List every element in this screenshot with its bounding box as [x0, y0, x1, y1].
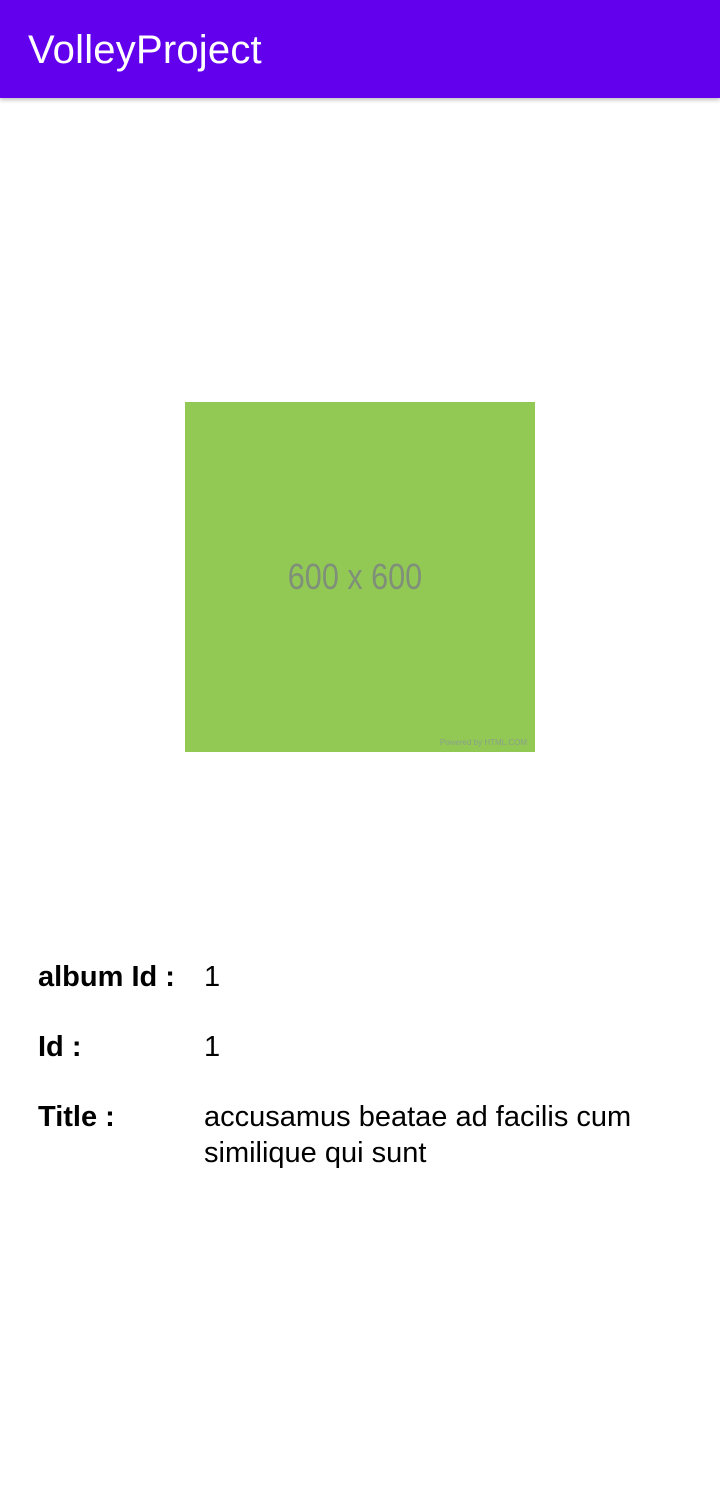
album-id-value: 1	[204, 961, 221, 993]
album-id-label: album Id :	[38, 961, 175, 993]
photo-detail-content: 600 x 600 Powered by HTML.COM album Id :…	[0, 98, 720, 1506]
id-label: Id :	[38, 1031, 82, 1063]
id-value: 1	[204, 1031, 221, 1063]
title-value: accusamus beatae ad facilis cum similiqu…	[204, 1101, 632, 1169]
photo-image: 600 x 600 Powered by HTML.COM	[185, 402, 535, 752]
photo-credit-text: Powered by HTML.COM	[439, 738, 527, 747]
app-title: VolleyProject	[28, 28, 262, 72]
photo-placeholder-text: 600 x 600	[287, 556, 423, 597]
app-bar: VolleyProject	[0, 0, 720, 98]
title-label: Title :	[38, 1101, 115, 1133]
